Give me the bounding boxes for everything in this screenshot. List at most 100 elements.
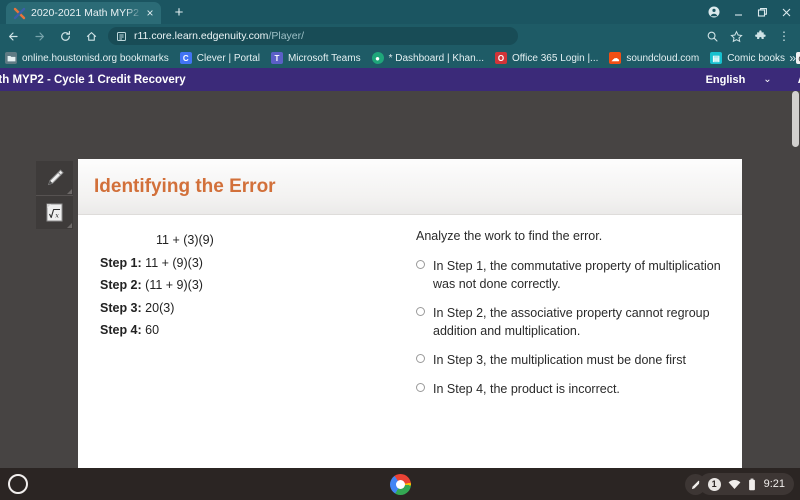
forward-button[interactable] <box>26 24 52 48</box>
search-icon[interactable] <box>700 24 724 48</box>
bookmarks-bar: online.houstonisd.org bookmarks C Clever… <box>0 48 800 68</box>
system-shelf: 1 9:21 <box>0 468 800 500</box>
question-column: Analyze the work to find the error. In S… <box>416 229 731 409</box>
tab-strip: 2020-2021 Math MYP2 - Cycle 1 × + <box>0 0 800 24</box>
bookmark-item[interactable]: ☁ soundcloud.com <box>609 52 699 64</box>
window-controls <box>702 0 798 24</box>
back-button[interactable] <box>0 24 26 48</box>
bookmark-item[interactable]: ◉ Movies <box>796 52 800 64</box>
bookmark-label: soundcloud.com <box>626 52 700 64</box>
radio-button[interactable] <box>416 307 425 316</box>
screen: 2020-2021 Math MYP2 - Cycle 1 × + <box>0 0 800 500</box>
bookmark-star-icon[interactable] <box>724 24 748 48</box>
radio-button[interactable] <box>416 260 425 269</box>
reload-button[interactable] <box>52 24 78 48</box>
edgenuity-x-icon <box>13 7 26 20</box>
bookmark-item[interactable]: C Clever | Portal <box>179 52 260 64</box>
page-scrollbar[interactable] <box>791 91 800 468</box>
status-tray[interactable]: 1 9:21 <box>698 473 794 495</box>
clever-icon: C <box>179 52 192 64</box>
home-button[interactable] <box>78 24 104 48</box>
work-row: Step 1: 11 + (9)(3) <box>100 252 400 275</box>
radio-button[interactable] <box>416 354 425 363</box>
bookmark-label: Microsoft Teams <box>287 52 361 64</box>
lesson-header: Identifying the Error <box>78 159 742 215</box>
browser-window: 2020-2021 Math MYP2 - Cycle 1 × + <box>0 0 800 500</box>
url-path: /Player/ <box>268 30 305 42</box>
bookmarks-overflow-button[interactable]: » <box>789 51 796 65</box>
work-step-label: Step 1: <box>100 255 142 270</box>
bookmark-item[interactable]: ● * Dashboard | Khan... <box>371 52 484 64</box>
bookmark-item[interactable]: T Microsoft Teams <box>270 52 361 64</box>
bookmark-item[interactable]: online.houstonisd.org bookmarks <box>5 52 169 64</box>
work-row: Step 3: 20(3) <box>100 297 400 320</box>
question-prompt: Analyze the work to find the error. <box>416 229 603 243</box>
notification-count-badge: 1 <box>707 477 721 491</box>
worked-problem: 11 + (3)(9) Step 1: 11 + (9)(3) Step 2: … <box>100 229 400 342</box>
bookmark-item[interactable]: ▤ Comic books <box>710 52 785 64</box>
answer-option-label: In Step 2, the associative property cann… <box>433 306 710 338</box>
close-button[interactable] <box>774 0 798 24</box>
lesson-card: Identifying the Error 11 + (3)(9) Step 1… <box>78 159 742 500</box>
answer-option-1[interactable]: In Step 1, the commutative property of m… <box>416 257 731 293</box>
answer-option-4[interactable]: In Step 4, the product is incorrect. <box>416 380 731 398</box>
khan-icon: ● <box>371 52 384 64</box>
tab-close-icon[interactable]: × <box>143 6 157 20</box>
work-expression: 20(3) <box>145 300 175 315</box>
bookmark-item[interactable]: O Office 365 Login |... <box>495 52 598 64</box>
bookmark-label: online.houstonisd.org bookmarks <box>22 52 169 64</box>
work-expression: 11 + (3)(9) <box>156 233 214 247</box>
url-domain: r11.core.learn.edgenuity.com <box>134 30 269 42</box>
toolbar-actions: ⋮ <box>700 24 800 48</box>
profile-icon[interactable] <box>702 0 726 24</box>
folder-icon <box>5 52 17 64</box>
answer-option-label: In Step 3, the multiplication must be do… <box>433 353 686 367</box>
scrollbar-thumb[interactable] <box>792 91 799 147</box>
work-row: 11 + (3)(9) <box>100 229 400 252</box>
browser-tab[interactable]: 2020-2021 Math MYP2 - Cycle 1 × <box>6 2 161 24</box>
work-step-label: Step 4: <box>100 323 142 337</box>
answer-option-label: In Step 4, the product is incorrect. <box>433 382 620 396</box>
highlighter-tool[interactable] <box>36 161 73 195</box>
address-bar[interactable]: r11.core.learn.edgenuity.com/Player/ <box>108 27 518 45</box>
work-step-label: Step 3: <box>100 300 142 315</box>
chrome-app-icon[interactable] <box>390 474 411 495</box>
pencil-highlighter-icon <box>42 166 67 191</box>
work-expression: 60 <box>145 323 160 337</box>
work-step-label: Step 2: <box>100 278 142 292</box>
answer-option-label: In Step 1, the commutative property of m… <box>433 259 721 291</box>
answer-option-3[interactable]: In Step 3, the multiplication must be do… <box>416 351 731 369</box>
new-tab-button[interactable]: + <box>170 4 188 22</box>
address-bar-url: r11.core.learn.edgenuity.com/Player/ <box>134 30 304 42</box>
comic-icon: ▤ <box>710 52 723 64</box>
clock: 9:21 <box>763 478 785 490</box>
svg-text:x: x <box>55 211 59 219</box>
course-header: ath MYP2 - Cycle 1 Credit Recovery Engli… <box>0 68 800 91</box>
answer-option-2[interactable]: In Step 2, the associative property cann… <box>416 304 731 340</box>
teams-icon: T <box>270 52 283 64</box>
bookmark-label: Clever | Portal <box>196 52 260 64</box>
course-header-right: English ⌄ A <box>706 74 800 86</box>
movies-icon: ◉ <box>796 52 800 64</box>
work-expression: 11 + (9)(3) <box>145 255 203 270</box>
maximize-button[interactable] <box>750 0 774 24</box>
extensions-puzzle-icon[interactable] <box>748 24 772 48</box>
tool-palette: x <box>36 161 73 229</box>
chevron-down-icon[interactable]: ⌄ <box>763 74 771 85</box>
minimize-button[interactable] <box>726 0 750 24</box>
soundcloud-icon: ☁ <box>609 52 622 64</box>
work-row: Step 2: (11 + 9)(3) <box>100 274 400 297</box>
document-info-icon <box>116 31 127 42</box>
battery-icon <box>748 478 756 491</box>
work-expression: (11 + 9)(3) <box>145 278 203 292</box>
tab-title: 2020-2021 Math MYP2 - Cycle 1 <box>31 7 143 19</box>
bookmark-label: Office 365 Login |... <box>512 52 599 64</box>
radio-button[interactable] <box>416 383 425 392</box>
launcher-button[interactable] <box>8 474 28 494</box>
browser-menu-icon[interactable]: ⋮ <box>772 24 796 48</box>
course-title: ath MYP2 - Cycle 1 Credit Recovery <box>0 73 186 86</box>
equation-tool[interactable]: x <box>36 195 73 229</box>
work-row: Step 4: 60 <box>100 319 400 342</box>
square-root-x-icon: x <box>43 201 66 224</box>
page-title: Identifying the Error <box>94 175 276 197</box>
